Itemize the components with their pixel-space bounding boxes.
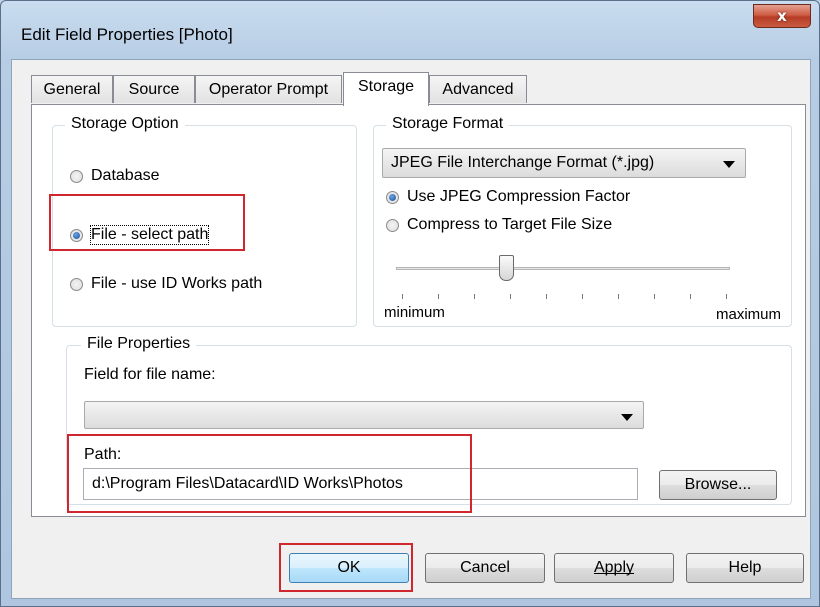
storage-format-title: Storage Format [386,115,510,133]
slider-tick [654,294,655,299]
storage-format-value: JPEG File Interchange Format (*.jpg) [391,154,655,171]
cancel-button[interactable]: Cancel [425,553,545,583]
radio-jpeg-compression[interactable]: Use JPEG Compression Factor [386,188,630,206]
field-for-file-name-dropdown[interactable] [84,401,644,429]
slider-min-label: minimum [384,304,445,321]
radio-file-use-id-works-path[interactable]: File - use ID Works path [70,275,262,293]
chevron-down-icon [723,161,735,168]
slider-tick [546,294,547,299]
radio-indicator-checked [386,190,399,204]
radio-database[interactable]: Database [70,167,160,185]
slider-tick [402,294,403,299]
tab-storage[interactable]: Storage [343,72,429,106]
storage-tab-panel: Storage Option Database File - select pa… [31,104,806,517]
field-for-file-name-label: Field for file name: [84,366,216,383]
slider-tick [726,294,727,299]
file-properties-title: File Properties [81,335,197,353]
radio-indicator-checked [70,228,83,242]
chevron-down-icon [621,414,633,421]
radio-compress-target-size-label: Compress to Target File Size [407,216,613,233]
file-properties-group: File Properties Field for file name: Pat… [66,335,792,505]
apply-button[interactable]: Apply [554,553,674,583]
slider-thumb[interactable] [499,255,515,281]
close-icon: x [777,7,787,25]
radio-file-select-path[interactable]: File - select path [70,225,210,245]
storage-option-title: Storage Option [65,115,185,133]
storage-format-group: Storage Format JPEG File Interchange For… [373,115,792,327]
tab-operator-prompt[interactable]: Operator Prompt [195,75,342,103]
window-title: Edit Field Properties [Photo] [21,25,233,44]
path-label: Path: [84,446,122,463]
radio-indicator [70,277,83,291]
slider-max-label: maximum [715,306,781,323]
tab-general[interactable]: General [31,75,113,103]
radio-compress-target-size[interactable]: Compress to Target File Size [386,216,612,234]
dialog-window: Edit Field Properties [Photo] x General … [0,0,820,607]
slider-tick [618,294,619,299]
path-input[interactable]: d:\Program Files\Datacard\ID Works\Photo… [83,468,638,500]
storage-option-group: Storage Option Database File - select pa… [52,115,357,327]
radio-file-use-id-works-path-label: File - use ID Works path [91,275,263,292]
radio-file-select-path-label: File - select path [89,225,210,245]
radio-indicator [70,169,83,183]
slider-tick [690,294,691,299]
storage-format-dropdown[interactable]: JPEG File Interchange Format (*.jpg) [382,148,746,178]
tab-source[interactable]: Source [113,75,195,103]
ok-button[interactable]: OK [289,553,409,583]
slider-tick [510,294,511,299]
radio-indicator [386,218,399,232]
dialog-client-area: General Source Operator Prompt Storage A… [11,59,811,599]
help-button[interactable]: Help [686,553,804,583]
browse-button[interactable]: Browse... [659,470,777,500]
close-button[interactable]: x [753,4,811,28]
slider-track[interactable] [396,267,730,270]
radio-jpeg-compression-label: Use JPEG Compression Factor [407,188,631,205]
title-bar[interactable]: Edit Field Properties [Photo] x [1,1,819,59]
slider-tick [474,294,475,299]
radio-database-label: Database [91,167,160,184]
slider-tick [438,294,439,299]
slider-tick [582,294,583,299]
tab-advanced[interactable]: Advanced [429,75,527,103]
